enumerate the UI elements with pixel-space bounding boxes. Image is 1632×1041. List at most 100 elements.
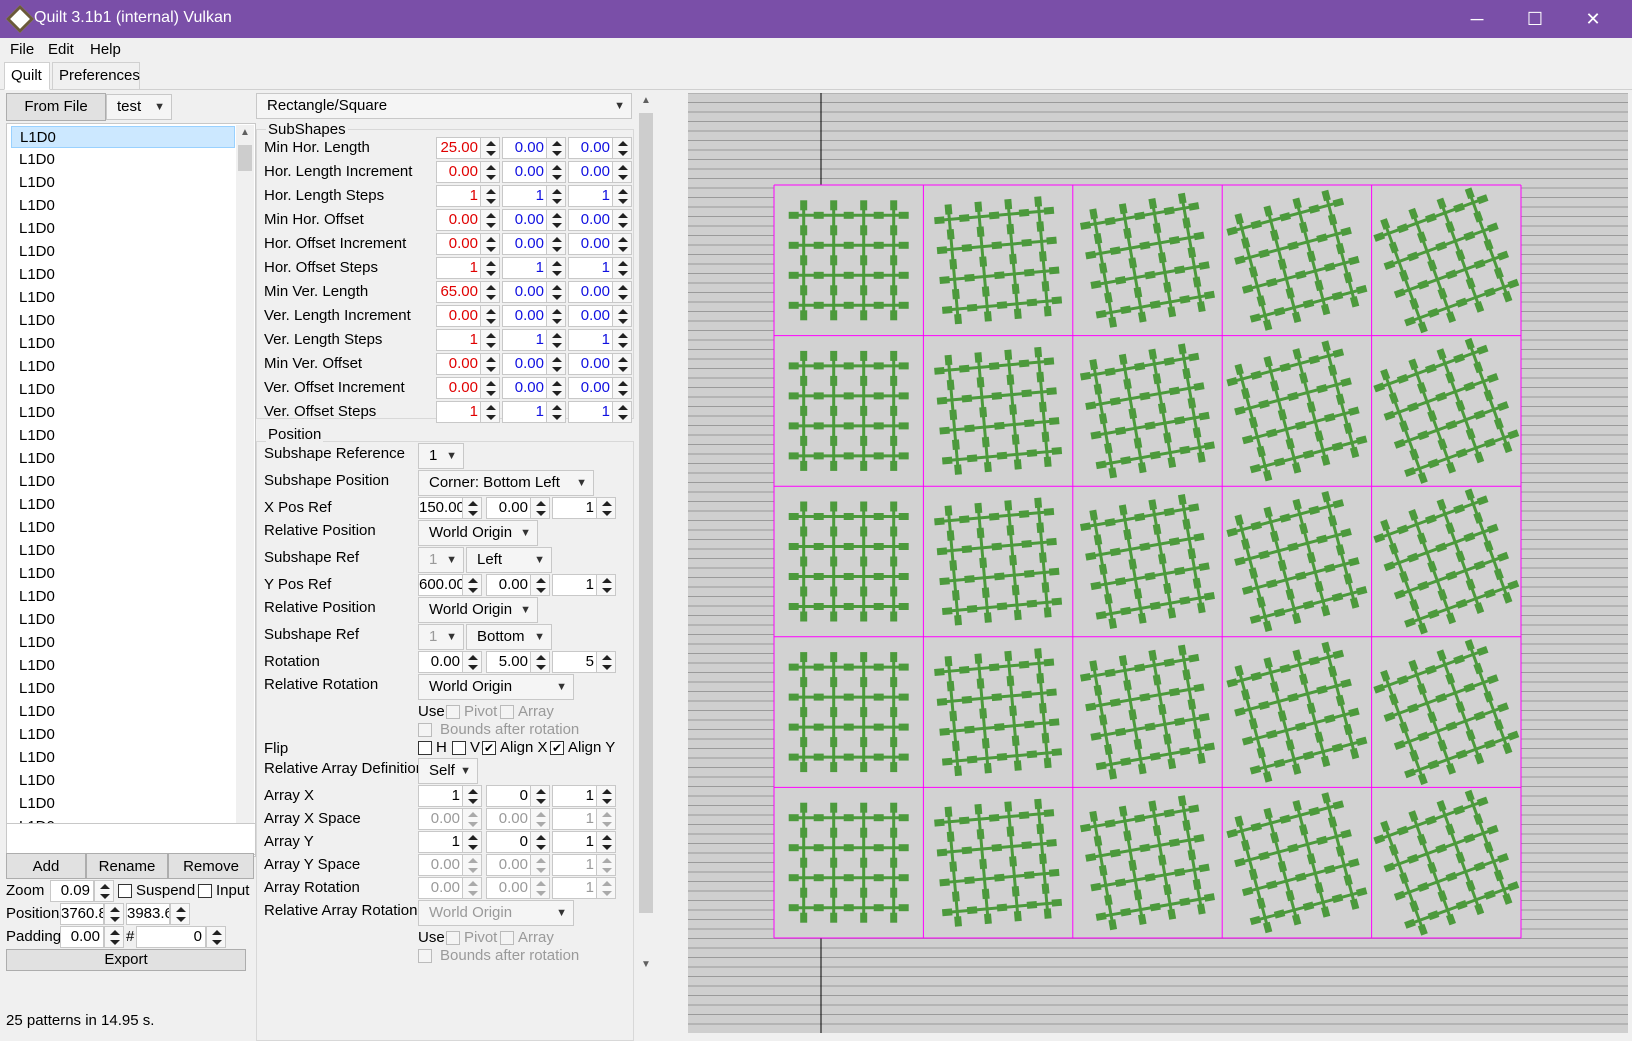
position-y-input[interactable]: 3983.6	[126, 903, 170, 925]
subshape-value-spinner[interactable]	[480, 161, 500, 183]
menu-help[interactable]: Help	[90, 41, 121, 58]
list-item[interactable]: L1D0	[11, 701, 235, 723]
list-item[interactable]: L1D0	[11, 333, 235, 355]
list-item[interactable]: L1D0	[11, 241, 235, 263]
array-x-spinner-3[interactable]	[596, 785, 616, 807]
subshape-value-input[interactable]: 0.00	[568, 377, 614, 399]
rotation-input-2[interactable]: 5.00	[486, 651, 532, 673]
subshape-value-input[interactable]: 1	[436, 401, 482, 423]
suspend-checkbox[interactable]	[118, 884, 132, 898]
rotation-input-1[interactable]: 0.00	[418, 651, 464, 673]
list-item[interactable]: L1D0	[11, 770, 235, 792]
subshape-value-spinner[interactable]	[612, 329, 632, 351]
subshape-value-input[interactable]: 1	[568, 185, 614, 207]
array-x-space-input-1[interactable]: 0.00	[418, 808, 464, 830]
scroll-thumb[interactable]	[238, 145, 252, 171]
list-item[interactable]: L1D0	[11, 149, 235, 171]
tab-preferences[interactable]: Preferences	[52, 62, 140, 90]
use-pivot-checkbox[interactable]	[446, 705, 460, 719]
array-rotation-input-3[interactable]: 1	[552, 877, 598, 899]
subshape-value-input[interactable]: 0.00	[568, 305, 614, 327]
subshape-value-input[interactable]: 1	[502, 185, 548, 207]
subshape-value-input[interactable]: 1	[568, 401, 614, 423]
subshape-value-spinner[interactable]	[480, 353, 500, 375]
subshape-value-spinner[interactable]	[546, 257, 566, 279]
list-item[interactable]: L1D0	[11, 218, 235, 240]
subshape-value-input[interactable]: 1	[502, 401, 548, 423]
scroll-up-icon[interactable]: ▲	[236, 125, 254, 141]
subshape-value-input[interactable]: 0.00	[436, 377, 482, 399]
rotation-spinner-3[interactable]	[596, 651, 616, 673]
array-rotation-input-2[interactable]: 0.00	[486, 877, 532, 899]
zoom-spinner[interactable]	[94, 880, 114, 902]
subshape-value-input[interactable]: 0.00	[502, 281, 548, 303]
minimize-button[interactable]: ─	[1448, 0, 1506, 38]
array-y-space-input-2[interactable]: 0.00	[486, 854, 532, 876]
preview-canvas[interactable]	[688, 93, 1628, 1033]
list-item[interactable]: L1D0	[11, 540, 235, 562]
subshape-value-spinner[interactable]	[546, 161, 566, 183]
array-y-spinner-2[interactable]	[530, 831, 550, 853]
export-button[interactable]: Export	[6, 949, 246, 971]
subshape-value-input[interactable]: 25.00	[436, 137, 482, 159]
use-array-checkbox[interactable]	[500, 705, 514, 719]
rename-button[interactable]: Rename	[86, 853, 168, 879]
array-x-space-spinner-2[interactable]	[530, 808, 550, 830]
relative-rotation-combo[interactable]: World Origin ▼	[418, 674, 574, 700]
subshape-value-spinner[interactable]	[612, 305, 632, 327]
x-pos-ref-spinner-1[interactable]	[462, 497, 482, 519]
subshape-value-spinner[interactable]	[480, 233, 500, 255]
list-item[interactable]: L1D0	[11, 724, 235, 746]
subshape-value-spinner[interactable]	[546, 233, 566, 255]
array-x-spinner-1[interactable]	[462, 785, 482, 807]
list-item[interactable]: L1D0	[11, 747, 235, 769]
hash-input[interactable]: 0	[136, 926, 206, 948]
subshape-ref-2-index-combo[interactable]: 1 ▼	[418, 624, 464, 650]
rotation-spinner-1[interactable]	[462, 651, 482, 673]
array-x-input-3[interactable]: 1	[552, 785, 598, 807]
list-item[interactable]: L1D0	[11, 471, 235, 493]
x-pos-ref-input-1[interactable]: 150.00	[418, 497, 464, 519]
subshape-value-spinner[interactable]	[546, 209, 566, 231]
align-y-checkbox[interactable]: ✔	[550, 741, 564, 755]
list-item[interactable]: L1D0	[11, 586, 235, 608]
array-y-spinner-3[interactable]	[596, 831, 616, 853]
bounds-after-rotation-2-checkbox[interactable]	[418, 949, 432, 963]
subshape-value-input[interactable]: 0.00	[502, 137, 548, 159]
array-x-input-1[interactable]: 1	[418, 785, 464, 807]
hash-spinner[interactable]	[206, 926, 226, 948]
subshape-value-input[interactable]: 1	[568, 257, 614, 279]
list-item[interactable]: L1D0	[11, 678, 235, 700]
array-x-input-2[interactable]: 0	[486, 785, 532, 807]
menu-edit[interactable]: Edit	[48, 41, 74, 58]
subshape-reference-combo[interactable]: 1 ▼	[418, 443, 464, 469]
list-scrollbar[interactable]: ▲ ▼	[236, 125, 254, 855]
subshape-value-spinner[interactable]	[480, 377, 500, 399]
array-x-space-spinner-1[interactable]	[462, 808, 482, 830]
subshape-value-spinner[interactable]	[612, 281, 632, 303]
x-pos-ref-spinner-2[interactable]	[530, 497, 550, 519]
subshape-value-spinner[interactable]	[480, 401, 500, 423]
list-item[interactable]: L1D0	[11, 632, 235, 654]
subshape-value-input[interactable]: 0.00	[568, 137, 614, 159]
relative-position-combo[interactable]: World Origin ▼	[418, 520, 538, 546]
subshape-value-input[interactable]: 65.00	[436, 281, 482, 303]
subshape-value-input[interactable]: 0.00	[502, 161, 548, 183]
subshape-value-spinner[interactable]	[612, 137, 632, 159]
y-pos-ref-input-2[interactable]: 0.00	[486, 574, 532, 596]
settings-scrollbar[interactable]: ▲ ▼	[636, 93, 656, 973]
list-item[interactable]: L1D0	[11, 195, 235, 217]
subshape-ref-index-combo[interactable]: 1 ▼	[418, 547, 464, 573]
relative-array-definition-combo[interactable]: Self ▼	[418, 758, 478, 784]
list-item[interactable]: L1D0	[11, 379, 235, 401]
array-y-space-spinner-2[interactable]	[530, 854, 550, 876]
subshape-value-spinner[interactable]	[546, 305, 566, 327]
flip-h-checkbox[interactable]	[418, 741, 432, 755]
subshape-value-spinner[interactable]	[612, 353, 632, 375]
position-x-spinner[interactable]	[104, 903, 124, 925]
subshape-value-input[interactable]: 0.00	[568, 233, 614, 255]
array-x-space-spinner-3[interactable]	[596, 808, 616, 830]
padding-input[interactable]: 0.00	[60, 926, 104, 948]
subshape-value-input[interactable]: 1	[502, 257, 548, 279]
array-rotation-spinner-2[interactable]	[530, 877, 550, 899]
